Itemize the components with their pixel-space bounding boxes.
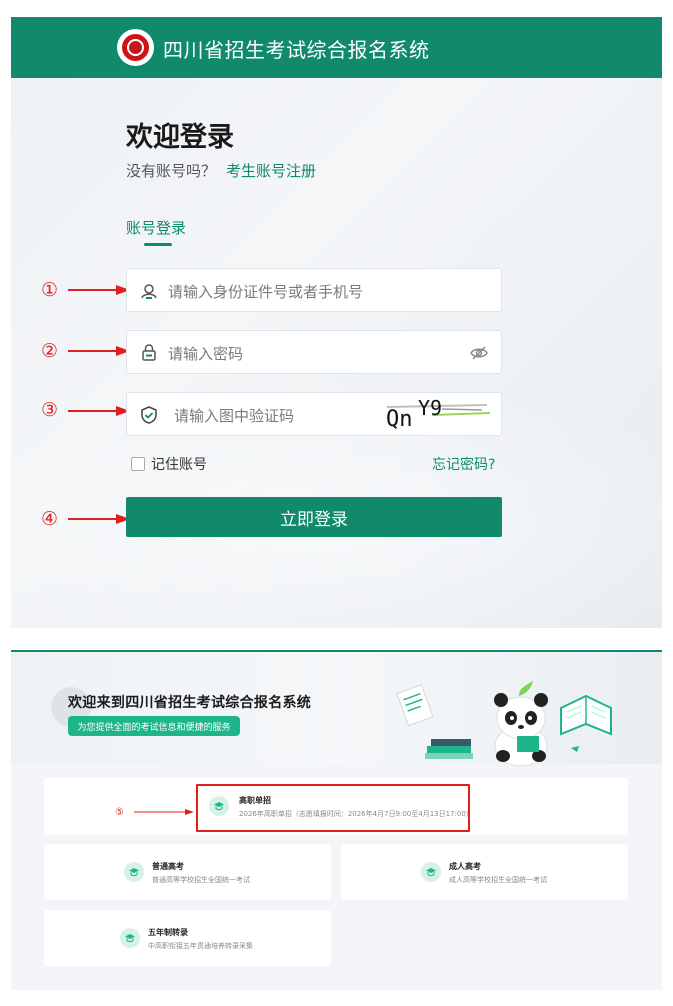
marker-3: ③	[41, 399, 59, 421]
arrow-1-icon	[68, 285, 130, 295]
id-input[interactable]: 请输入身份证件号或者手机号	[126, 268, 502, 312]
logo-seal-icon	[117, 29, 154, 66]
login-panel: 四川省招生考试综合报名系统 欢迎登录 没有账号吗？ 考生账号注册 账号登录 ① 请…	[11, 17, 662, 628]
arrow-5-icon	[134, 809, 194, 815]
shield-check-icon	[141, 406, 157, 424]
marker-4: ④	[41, 508, 59, 530]
password-placeholder: 请输入密码	[168, 345, 244, 363]
no-account-text: 没有账号吗？	[126, 162, 217, 180]
captcha-image[interactable]: Qn Y9	[382, 395, 494, 433]
hero-banner: 欢迎来到四川省招生考试综合报名系统 为您提供全面的考试信息和便捷的服务	[11, 652, 662, 767]
no-account-line: 没有账号吗？ 考生账号注册	[126, 160, 316, 181]
login-button[interactable]: 立即登录	[126, 497, 502, 537]
arrow-4-icon	[68, 514, 130, 524]
tab-active-underline	[144, 243, 172, 246]
card-putong-desc: 普通高等学校招生全国统一考试	[152, 876, 250, 884]
card-wunianzhi-name: 五年制转录	[148, 928, 188, 937]
card-putong-name: 普通高考	[152, 862, 184, 871]
marker-2: ②	[41, 340, 59, 362]
graduation-cap-icon	[120, 928, 140, 948]
forgot-password-link[interactable]: 忘记密码?	[432, 454, 495, 474]
card-putong[interactable]: 普通高考 普通高等学校招生全国统一考试	[44, 844, 331, 900]
captcha-input[interactable]: 请输入图中验证码 Qn Y9	[126, 392, 502, 436]
captcha-placeholder: 请输入图中验证码	[174, 407, 295, 425]
user-icon	[141, 284, 157, 299]
tab-account-login[interactable]: 账号登录	[126, 217, 186, 238]
header-bar: 四川省招生考试综合报名系统	[11, 17, 662, 78]
register-link[interactable]: 考生账号注册	[226, 162, 316, 180]
card-wunianzhi[interactable]: 五年制转录 中高职衔接五年贯通培养转录采集	[44, 910, 331, 966]
lock-icon	[142, 344, 156, 361]
id-placeholder: 请输入身份证件号或者手机号	[168, 283, 364, 301]
marker-5: ⑤	[115, 807, 124, 818]
eye-off-icon[interactable]	[469, 343, 489, 363]
card-chengren-desc: 成人高等学校招生全国统一考试	[449, 876, 547, 884]
hero-title: 欢迎来到四川省招生考试综合报名系统	[68, 695, 312, 711]
card-chengren-name: 成人高考	[449, 862, 481, 871]
password-input[interactable]: 请输入密码	[126, 330, 502, 374]
welcome-heading: 欢迎登录	[126, 122, 234, 153]
card-wunianzhi-desc: 中高职衔接五年贯通培养转录采集	[148, 942, 253, 950]
captcha-text-b: Y9	[418, 396, 442, 420]
hero-subtitle-badge: 为您提供全面的考试信息和便捷的服务	[68, 716, 240, 736]
marker-1: ①	[41, 279, 59, 301]
system-title: 四川省招生考试综合报名系统	[163, 38, 430, 62]
graduation-cap-icon	[421, 862, 441, 882]
portal-panel: 欢迎来到四川省招生考试综合报名系统 为您提供全面的考试信息和便捷的服务 高职单招…	[11, 650, 662, 990]
arrow-3-icon	[68, 406, 130, 416]
panda-illustration	[396, 680, 612, 767]
card-chengren[interactable]: 成人高考 成人高等学校招生全国统一考试	[341, 844, 628, 900]
highlight-box	[196, 784, 470, 832]
remember-checkbox[interactable]	[131, 457, 145, 471]
remember-account[interactable]: 记住账号	[131, 454, 207, 474]
arrow-2-icon	[68, 346, 130, 356]
captcha-text-a: Qn	[386, 407, 413, 432]
graduation-cap-icon	[124, 862, 144, 882]
remember-label: 记住账号	[151, 457, 207, 473]
